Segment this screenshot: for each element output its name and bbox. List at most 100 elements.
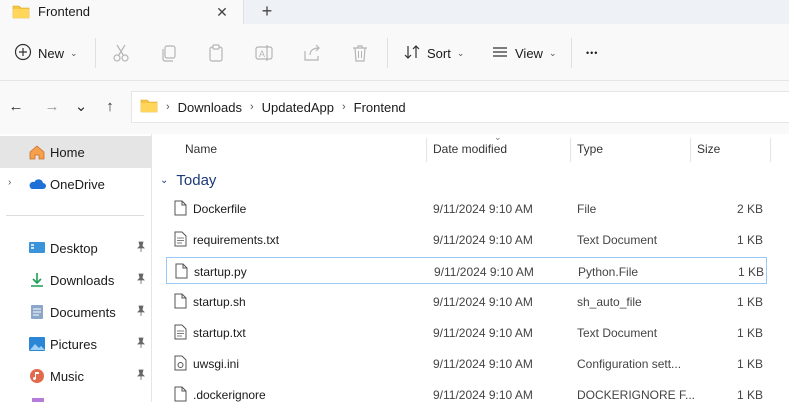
file-icon [174, 386, 187, 402]
file-type: File [577, 202, 597, 216]
column-divider[interactable] [690, 138, 691, 162]
cloud-icon [28, 176, 46, 192]
new-tab-button[interactable]: + [256, 1, 278, 23]
breadcrumb-item-downloads[interactable]: Downloads [178, 100, 242, 115]
column-divider[interactable] [426, 138, 427, 162]
file-icon [174, 200, 187, 216]
pin-icon[interactable] [136, 369, 146, 383]
more-options-button[interactable]: ••• [586, 40, 598, 66]
file-icon [174, 293, 187, 309]
file-size: 1 KB [736, 326, 763, 340]
table-row[interactable]: startup.txt 9/11/2024 9:10 AM Text Docum… [166, 319, 766, 346]
file-name: requirements.txt [193, 233, 280, 247]
music-icon [28, 368, 46, 384]
table-row[interactable]: Dockerfile 9/11/2024 9:10 AM File 2 KB [166, 195, 766, 222]
file-size: 1 KB [737, 265, 764, 279]
up-button[interactable]: ↑ [100, 97, 120, 117]
chevron-down-icon: ⌄ [456, 47, 465, 58]
table-row[interactable]: startup.py 9/11/2024 9:10 AM Python.File… [166, 257, 767, 284]
pin-icon[interactable] [136, 241, 146, 255]
recent-locations-button[interactable]: ⌄ [71, 97, 91, 117]
folder-icon [140, 98, 158, 116]
divider [571, 38, 572, 68]
sort-icon [403, 43, 421, 64]
sidebar-item-music[interactable]: Music [0, 360, 151, 392]
sidebar-item-label: OneDrive [50, 177, 105, 192]
table-row[interactable]: .dockerignore 9/11/2024 9:10 AM DOCKERIG… [166, 381, 766, 402]
pin-icon[interactable] [136, 305, 146, 319]
pictures-icon [28, 336, 46, 352]
sidebar-item-label: Pictures [50, 337, 97, 352]
delete-icon[interactable] [349, 42, 371, 64]
file-type: sh_auto_file [577, 295, 642, 309]
file-date: 9/11/2024 9:10 AM [434, 265, 534, 279]
file-size: 1 KB [736, 233, 763, 247]
column-header-date[interactable]: Date modified [433, 142, 507, 156]
column-header-size[interactable]: Size [697, 142, 720, 156]
file-name: startup.txt [193, 326, 246, 340]
back-button[interactable]: ← [6, 97, 26, 117]
paste-icon[interactable] [205, 42, 227, 64]
file-type: DOCKERIGNORE F... [577, 388, 696, 402]
cut-icon[interactable] [110, 42, 132, 64]
group-header-today[interactable]: ⌄ Today [160, 172, 216, 189]
view-icon [491, 43, 509, 64]
forward-button[interactable]: → [42, 97, 62, 117]
text-file-icon [174, 231, 187, 247]
breadcrumb-item-frontend[interactable]: Frontend [354, 100, 406, 115]
command-bar: New ⌄ A Sort ⌄ View ⌄ ••• [0, 24, 789, 81]
breadcrumb-item-updatedapp[interactable]: UpdatedApp [262, 100, 334, 115]
file-list: Name Date modified ⌄ Type Size ⌄ Today D… [152, 132, 789, 402]
divider [387, 38, 388, 68]
file-type: Configuration sett... [577, 357, 682, 371]
sidebar-item-home[interactable]: Home [0, 136, 151, 168]
text-file-icon [174, 324, 187, 340]
chevron-right-icon[interactable]: › [8, 177, 11, 188]
navigation-pane: Home › OneDrive Desktop Downloads Docume… [0, 134, 152, 402]
file-date: 9/11/2024 9:10 AM [433, 295, 533, 309]
column-divider[interactable] [570, 138, 571, 162]
table-row[interactable]: uwsgi.ini 9/11/2024 9:10 AM Configuratio… [166, 350, 766, 377]
sidebar-item-label: Downloads [50, 273, 115, 288]
copy-icon[interactable] [158, 42, 180, 64]
file-name: .dockerignore [193, 388, 266, 402]
file-size: 1 KB [736, 295, 763, 309]
column-divider[interactable] [770, 138, 771, 162]
sidebar-item-downloads[interactable]: Downloads [0, 264, 151, 296]
table-row[interactable]: requirements.txt 9/11/2024 9:10 AM Text … [166, 226, 766, 253]
file-date: 9/11/2024 9:10 AM [433, 326, 533, 340]
sidebar-item-documents[interactable]: Documents [0, 296, 151, 328]
column-header-type[interactable]: Type [577, 142, 603, 156]
column-header-name[interactable]: Name [185, 142, 217, 156]
close-tab-icon[interactable]: ✕ [212, 2, 232, 22]
sidebar-item-label: Desktop [50, 241, 98, 256]
sidebar-item-pictures[interactable]: Pictures [0, 328, 151, 360]
file-name: startup.sh [193, 295, 246, 309]
file-type: Python.File [578, 265, 639, 279]
rename-icon[interactable]: A [253, 42, 275, 64]
tab-frontend[interactable]: Frontend ✕ [0, 0, 244, 24]
pin-icon[interactable] [136, 337, 146, 351]
table-row[interactable]: startup.sh 9/11/2024 9:10 AM sh_auto_fil… [166, 288, 766, 315]
config-file-icon [174, 355, 187, 371]
new-button[interactable]: New ⌄ [14, 40, 78, 66]
file-type: Text Document [577, 233, 658, 247]
sidebar-item-onedrive[interactable]: › OneDrive [0, 168, 151, 200]
tab-strip: Frontend ✕ + [0, 0, 789, 24]
sidebar-item-desktop[interactable]: Desktop [0, 232, 151, 264]
breadcrumb-separator: › [341, 101, 346, 113]
breadcrumb[interactable]: › Downloads › UpdatedApp › Frontend [131, 91, 789, 123]
desktop-icon [28, 240, 46, 256]
file-name: uwsgi.ini [193, 357, 240, 371]
file-size: 2 KB [736, 202, 763, 216]
chevron-down-icon: ⌄ [70, 47, 78, 58]
svg-text:A: A [259, 49, 265, 59]
file-name: startup.py [194, 265, 247, 279]
sort-button[interactable]: Sort ⌄ [403, 40, 464, 66]
file-name: Dockerfile [193, 202, 247, 216]
downloads-icon [28, 272, 46, 288]
view-button[interactable]: View ⌄ [491, 40, 557, 66]
pin-icon[interactable] [136, 273, 146, 287]
file-date: 9/11/2024 9:10 AM [433, 202, 533, 216]
share-icon[interactable] [301, 42, 323, 64]
